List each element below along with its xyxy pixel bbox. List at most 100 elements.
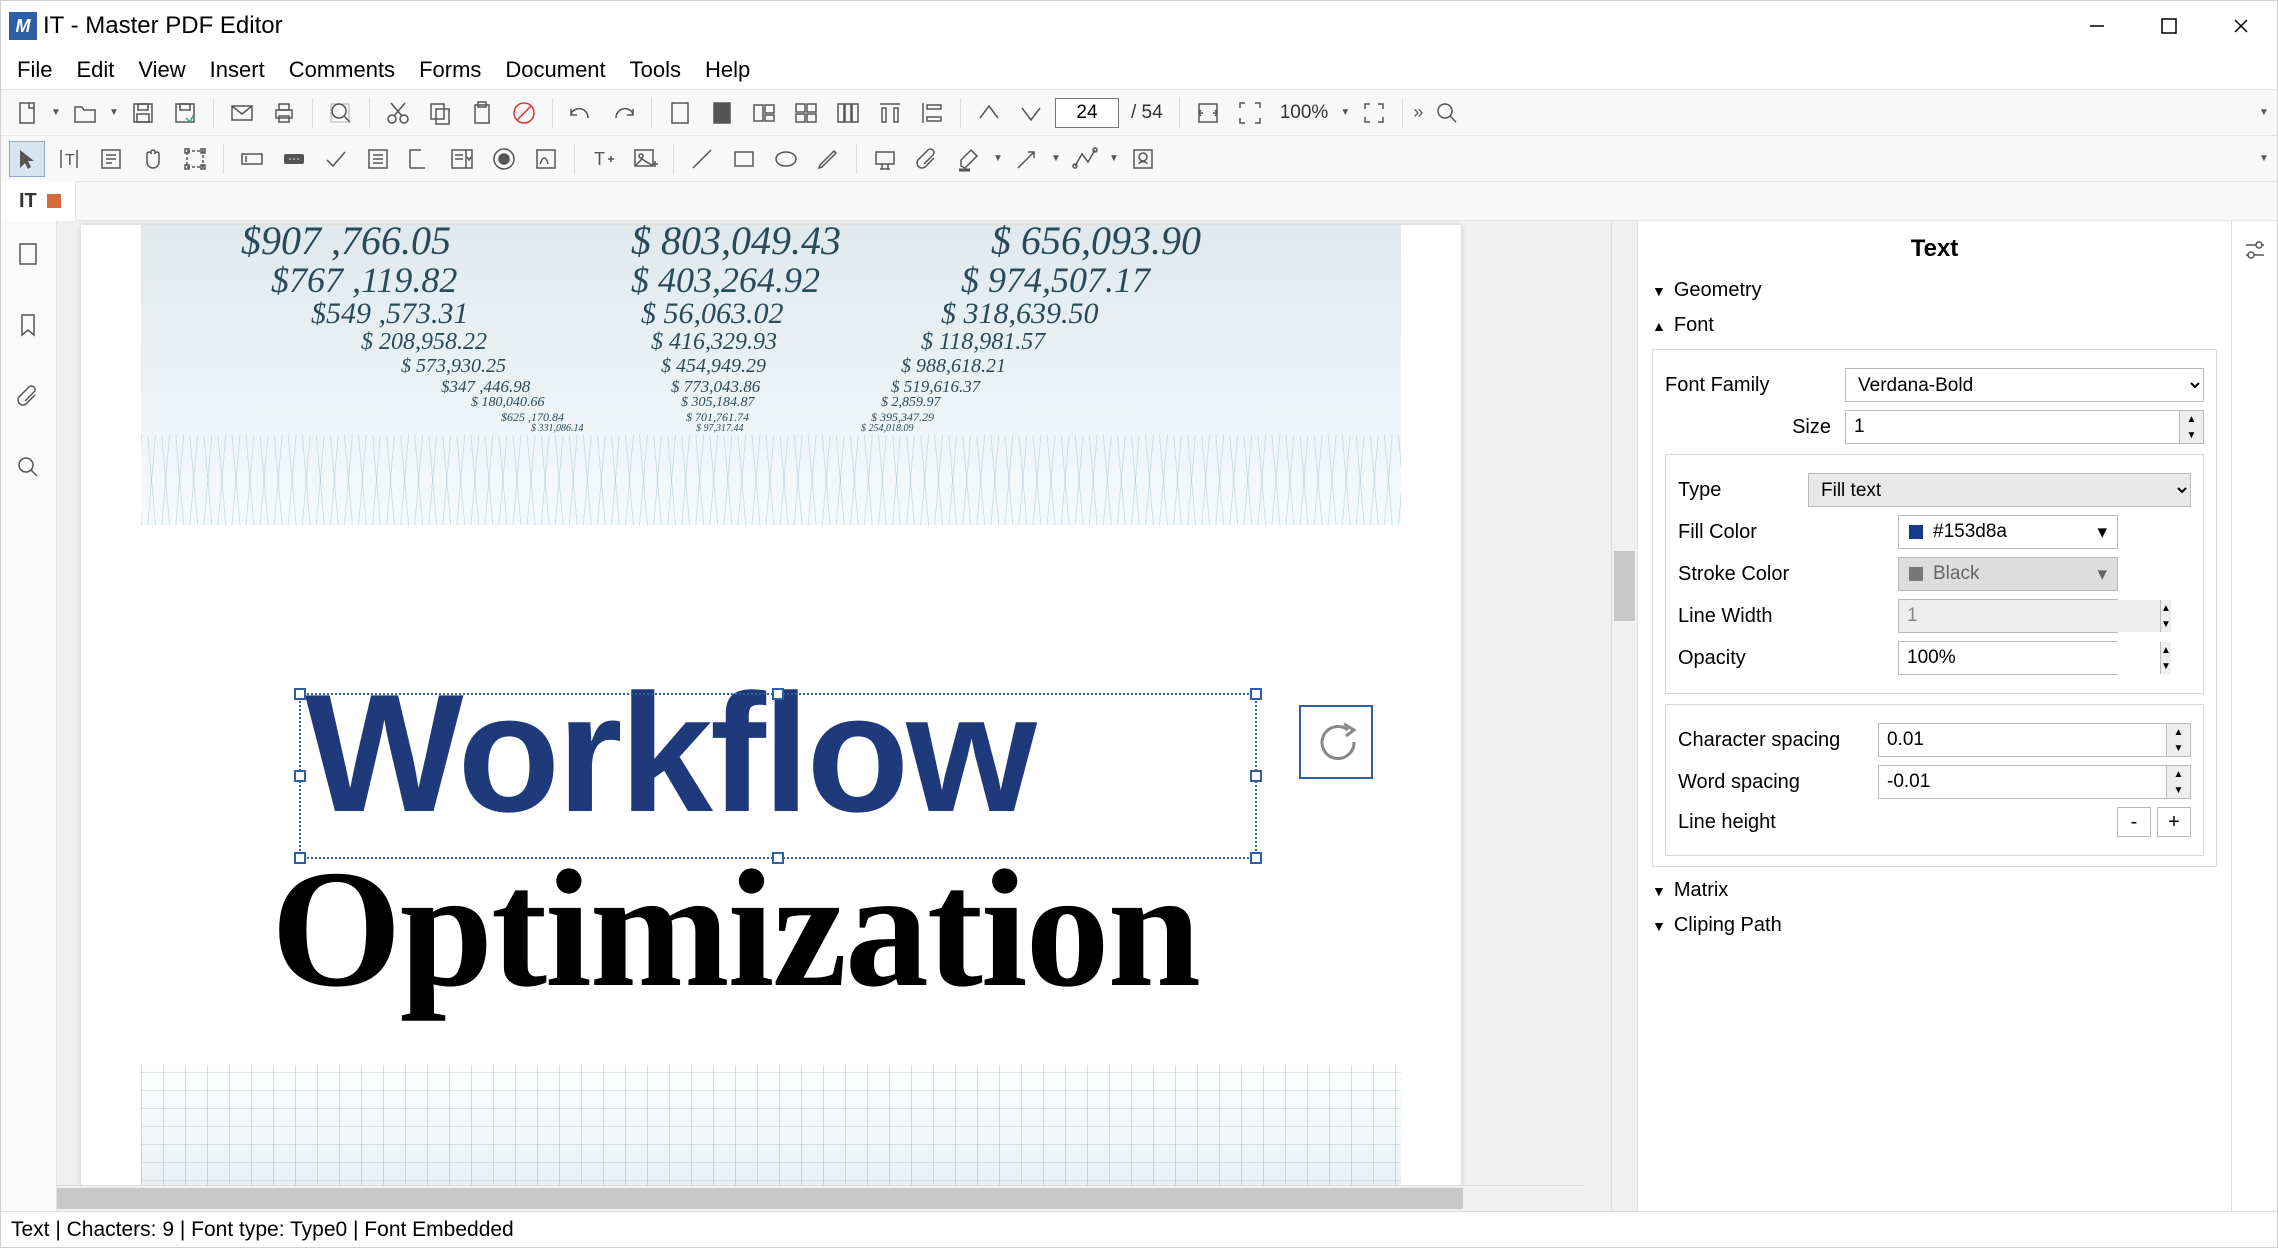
horizontal-scrollbar[interactable] bbox=[57, 1185, 1585, 1211]
open-folder-icon[interactable] bbox=[67, 95, 103, 131]
polyline-tool-icon[interactable] bbox=[1067, 141, 1103, 177]
stamp-tool-icon[interactable] bbox=[1125, 141, 1161, 177]
text-select-icon[interactable]: T bbox=[51, 141, 87, 177]
print-icon[interactable] bbox=[266, 95, 302, 131]
text-optimization[interactable]: Optimization bbox=[271, 833, 1199, 1026]
text-tool-icon[interactable]: T bbox=[585, 141, 621, 177]
dropdown-icon[interactable]: ▼ bbox=[1051, 153, 1061, 164]
copy-icon[interactable] bbox=[422, 95, 458, 131]
fit-page-icon[interactable] bbox=[1232, 95, 1268, 131]
word-spacing-input[interactable]: ▲▼ bbox=[1878, 765, 2191, 799]
listbox-icon[interactable] bbox=[360, 141, 396, 177]
attachment-icon[interactable] bbox=[909, 141, 945, 177]
combobox-icon[interactable] bbox=[444, 141, 480, 177]
bookmarks-panel-icon[interactable] bbox=[15, 312, 43, 343]
signature-field-icon[interactable] bbox=[402, 141, 438, 177]
maximize-button[interactable] bbox=[2133, 1, 2205, 51]
selection-box-icon[interactable] bbox=[177, 141, 213, 177]
page-up-icon[interactable] bbox=[971, 95, 1007, 131]
overflow-icon[interactable]: » bbox=[1413, 102, 1423, 123]
vertical-scrollbar[interactable] bbox=[1611, 221, 1637, 1211]
arrow-tool-icon[interactable] bbox=[1009, 141, 1045, 177]
fullscreen-icon[interactable] bbox=[1356, 95, 1392, 131]
page-fill-icon[interactable] bbox=[704, 95, 740, 131]
page-number-input[interactable] bbox=[1055, 98, 1119, 128]
cut-icon[interactable] bbox=[380, 95, 416, 131]
hand-tool-icon[interactable] bbox=[135, 141, 171, 177]
menu-help[interactable]: Help bbox=[693, 53, 762, 87]
type-select[interactable]: Fill text bbox=[1808, 473, 2191, 507]
attachments-panel-icon[interactable] bbox=[15, 383, 43, 414]
redo-icon[interactable] bbox=[605, 95, 641, 131]
search-icon[interactable] bbox=[1429, 95, 1465, 131]
edit-form-icon[interactable] bbox=[93, 141, 129, 177]
page-down-icon[interactable] bbox=[1013, 95, 1049, 131]
line-height-increase[interactable]: + bbox=[2157, 807, 2191, 837]
layout-grid-icon[interactable] bbox=[788, 95, 824, 131]
font-size-input[interactable]: ▲▼ bbox=[1845, 410, 2204, 444]
tab-close-icon[interactable] bbox=[47, 194, 61, 208]
sign-icon[interactable] bbox=[528, 141, 564, 177]
line-tool-icon[interactable] bbox=[684, 141, 720, 177]
undo-icon[interactable] bbox=[563, 95, 599, 131]
dropdown-icon[interactable]: ▼ bbox=[51, 107, 61, 118]
ellipse-tool-icon[interactable] bbox=[768, 141, 804, 177]
page-outline-icon[interactable] bbox=[662, 95, 698, 131]
dropdown-icon[interactable]: ▼ bbox=[1109, 153, 1119, 164]
fit-width-icon[interactable] bbox=[1190, 95, 1226, 131]
select-tool-icon[interactable] bbox=[9, 141, 45, 177]
font-family-select[interactable]: Verdana-Bold bbox=[1845, 368, 2204, 402]
textfield-icon[interactable] bbox=[234, 141, 270, 177]
prohibit-icon[interactable] bbox=[506, 95, 542, 131]
panel-settings-icon[interactable] bbox=[2242, 237, 2268, 266]
distribute-h-icon[interactable] bbox=[872, 95, 908, 131]
section-font[interactable]: ▲Font bbox=[1648, 308, 2221, 343]
dropdown-icon[interactable]: ▼ bbox=[109, 107, 119, 118]
menu-tools[interactable]: Tools bbox=[618, 53, 693, 87]
mail-icon[interactable] bbox=[224, 95, 260, 131]
line-height-decrease[interactable]: - bbox=[2117, 807, 2151, 837]
rotate-handle-icon[interactable] bbox=[1299, 705, 1373, 779]
menu-view[interactable]: View bbox=[126, 53, 197, 87]
opacity-input[interactable]: ▲▼ bbox=[1898, 641, 2118, 675]
section-geometry[interactable]: ▼Geometry bbox=[1648, 273, 2221, 308]
button-icon[interactable] bbox=[276, 141, 312, 177]
checkbox-icon[interactable] bbox=[318, 141, 354, 177]
paste-icon[interactable] bbox=[464, 95, 500, 131]
menu-edit[interactable]: Edit bbox=[64, 53, 126, 87]
find-icon[interactable] bbox=[323, 95, 359, 131]
menu-forms[interactable]: Forms bbox=[407, 53, 493, 87]
toolbar-menu-icon[interactable]: ▼ bbox=[2259, 107, 2269, 118]
dropdown-icon[interactable]: ▼ bbox=[1340, 107, 1350, 118]
pdf-page[interactable]: $907 ,766.05 $ 803,049.43 $ 656,093.90 $… bbox=[81, 225, 1461, 1211]
toolbar-menu-icon[interactable]: ▼ bbox=[2259, 153, 2269, 164]
highlight-tool-icon[interactable] bbox=[951, 141, 987, 177]
selection-box[interactable] bbox=[299, 693, 1257, 859]
pencil-tool-icon[interactable] bbox=[810, 141, 846, 177]
layout-split-icon[interactable] bbox=[746, 95, 782, 131]
document-tab[interactable]: IT bbox=[1, 181, 76, 221]
minimize-button[interactable] bbox=[2061, 1, 2133, 51]
section-clipping[interactable]: ▼Cliping Path bbox=[1648, 908, 2221, 943]
stroke-color-picker[interactable]: Black▾ bbox=[1898, 557, 2118, 591]
fill-color-picker[interactable]: #153d8a▾ bbox=[1898, 515, 2118, 549]
new-file-icon[interactable] bbox=[9, 95, 45, 131]
radio-icon[interactable] bbox=[486, 141, 522, 177]
layout-columns-icon[interactable] bbox=[830, 95, 866, 131]
section-matrix[interactable]: ▼Matrix bbox=[1648, 873, 2221, 908]
dropdown-icon[interactable]: ▼ bbox=[993, 153, 1003, 164]
rectangle-tool-icon[interactable] bbox=[726, 141, 762, 177]
distribute-v-icon[interactable] bbox=[914, 95, 950, 131]
menu-document[interactable]: Document bbox=[493, 53, 617, 87]
search-panel-icon[interactable] bbox=[15, 454, 43, 485]
char-spacing-input[interactable]: ▲▼ bbox=[1878, 723, 2191, 757]
menu-comments[interactable]: Comments bbox=[277, 53, 407, 87]
menu-file[interactable]: File bbox=[5, 53, 64, 87]
menu-insert[interactable]: Insert bbox=[198, 53, 277, 87]
link-tool-icon[interactable] bbox=[867, 141, 903, 177]
save-icon[interactable] bbox=[125, 95, 161, 131]
save-as-icon[interactable] bbox=[167, 95, 203, 131]
pages-panel-icon[interactable] bbox=[15, 241, 43, 272]
close-button[interactable] bbox=[2205, 1, 2277, 51]
image-tool-icon[interactable] bbox=[627, 141, 663, 177]
